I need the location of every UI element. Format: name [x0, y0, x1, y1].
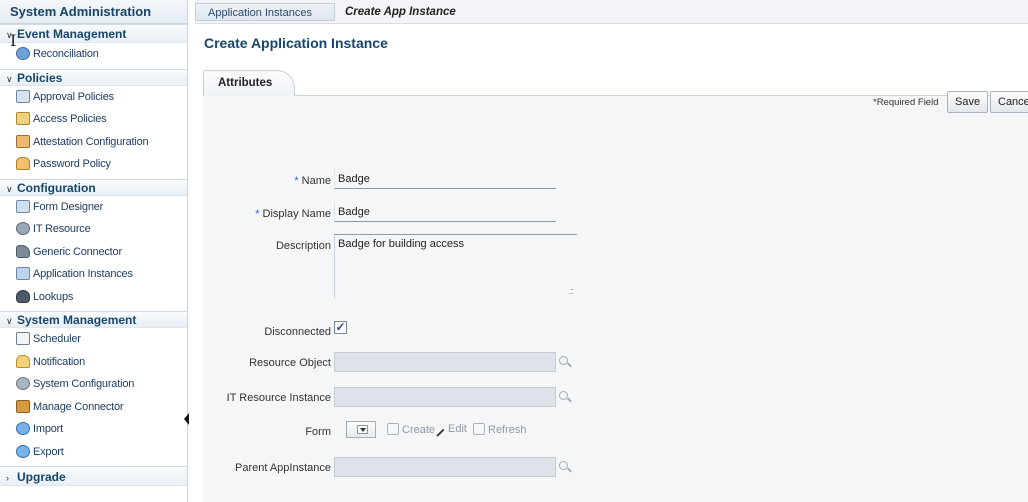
search-icon[interactable] — [559, 356, 571, 368]
it-resource-icon — [16, 222, 30, 235]
sidebar-item-lookups[interactable]: Lookups — [0, 286, 187, 309]
sidebar-item-it-resource[interactable]: IT Resource — [0, 218, 187, 241]
name-label: * Name — [294, 175, 331, 187]
save-button[interactable]: Save — [947, 91, 989, 113]
sidebar-item-reconciliation[interactable]: Reconciliation — [0, 43, 187, 66]
access-policies-icon — [16, 112, 30, 125]
scheduler-icon — [16, 332, 30, 345]
tab-attributes[interactable]: Attributes — [203, 70, 295, 96]
approval-policies-icon — [16, 89, 30, 103]
section-event-management[interactable]: ∨ Event Management — [0, 24, 187, 43]
system-configuration-icon — [16, 377, 30, 390]
disconnected-checkbox[interactable]: ✓ — [334, 321, 347, 334]
create-icon — [387, 423, 399, 435]
tab-strip: Attributes — [203, 70, 1028, 96]
form-create-button[interactable]: Create — [387, 423, 435, 436]
sidebar-item-approval-policies[interactable]: Approval Policies — [0, 86, 187, 109]
it-resource-instance-input[interactable] — [334, 387, 556, 407]
application-instances-icon — [16, 267, 30, 280]
section-policies[interactable]: ∨ Policies — [0, 68, 187, 86]
search-icon[interactable] — [559, 391, 571, 403]
parent-appinstance-input[interactable] — [334, 457, 556, 477]
sidebar-title: System Administration — [0, 0, 187, 24]
generic-connector-icon — [16, 244, 30, 258]
main-content: Application Instances Create App Instanc… — [195, 0, 1028, 502]
display-name-input[interactable]: Badge — [334, 202, 556, 222]
description-textarea[interactable]: Badge for building access .:: — [334, 234, 577, 298]
attestation-icon — [16, 134, 30, 148]
form-label: Form — [305, 426, 331, 438]
password-policy-icon — [16, 157, 30, 170]
sidebar-item-access-policies[interactable]: Access Policies — [0, 108, 187, 131]
page-title: Create Application Instance — [204, 35, 388, 51]
resize-grip-icon[interactable]: .:: — [568, 286, 573, 296]
breadcrumb-application-instances[interactable]: Application Instances — [195, 3, 335, 21]
sidebar-item-application-instances[interactable]: Application Instances — [0, 263, 187, 286]
resource-object-input[interactable] — [334, 352, 556, 372]
lookups-icon — [16, 289, 30, 303]
form-designer-icon — [16, 199, 30, 213]
required-field-note: *Required Field — [873, 97, 939, 108]
breadcrumb-current: Create App Instance — [345, 6, 456, 18]
refresh-icon — [473, 423, 485, 435]
disconnected-label: Disconnected — [264, 326, 331, 338]
chevron-right-icon: › — [6, 473, 9, 483]
form-select[interactable] — [346, 421, 376, 438]
chevron-down-icon: ∨ — [6, 183, 13, 194]
manage-connector-icon — [16, 399, 30, 413]
form-edit-button[interactable]: Edit — [435, 423, 467, 438]
cancel-button[interactable]: Cancel — [990, 91, 1028, 113]
display-name-label: * Display Name — [255, 208, 331, 220]
form-refresh-button[interactable]: Refresh — [473, 423, 527, 436]
search-icon[interactable] — [559, 461, 571, 473]
import-icon — [16, 422, 30, 435]
dropdown-icon — [357, 425, 368, 434]
description-label: Description — [275, 240, 331, 252]
it-resource-instance-label: IT Resource Instance — [226, 392, 331, 404]
chevron-down-icon: ∨ — [6, 73, 13, 84]
sidebar-item-export[interactable]: Export — [0, 441, 187, 464]
parent-appinstance-label: Parent AppInstance — [234, 462, 331, 474]
resource-object-label: Resource Object — [249, 357, 331, 369]
attributes-panel — [203, 96, 1028, 502]
breadcrumb: Application Instances Create App Instanc… — [195, 0, 1028, 24]
name-input[interactable]: Badge — [334, 169, 556, 189]
sidebar-item-attestation-configuration[interactable]: Attestation Configuration — [0, 131, 187, 154]
sidebar-item-password-policy[interactable]: Password Policy — [0, 153, 187, 176]
reconciliation-icon — [16, 47, 30, 60]
text-cursor-icon: I — [10, 31, 17, 50]
export-icon — [16, 444, 30, 458]
notification-icon — [16, 354, 30, 368]
